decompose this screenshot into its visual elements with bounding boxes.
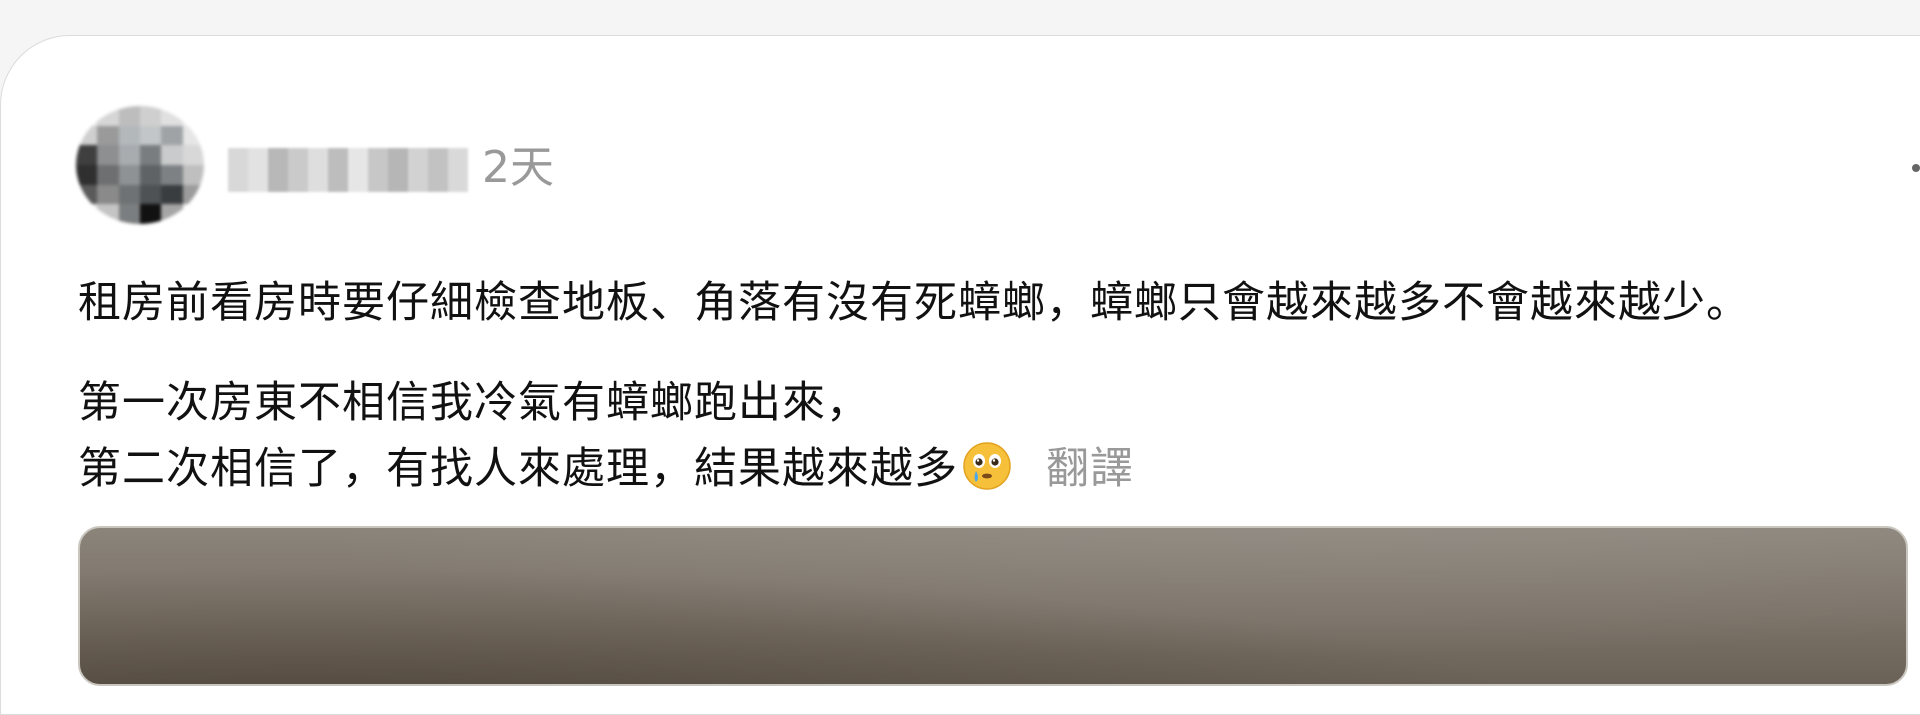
crying-face-emoji-icon xyxy=(963,442,1011,490)
post-paragraph-2-line-2: 第二次相信了，有找人來處理，結果越來越多 翻譯 xyxy=(78,436,1134,502)
post-image[interactable] xyxy=(78,526,1908,686)
post-paragraph-2-line-2-text: 第二次相信了，有找人來處理，結果越來越多 xyxy=(78,444,958,494)
more-options-icon[interactable] xyxy=(1912,164,1920,172)
avatar[interactable] xyxy=(76,106,204,224)
post-timestamp: 2天 xyxy=(482,142,554,193)
post-image-shade xyxy=(80,528,1906,684)
post-paragraph-1: 租房前看房時要仔細檢查地板、角落有沒有死蟑螂，蟑螂只會越來越多不會越來越少。 xyxy=(78,278,1750,328)
post-paragraph-2-line-1: 第一次房東不相信我冷氣有蟑螂跑出來， xyxy=(78,378,870,428)
translate-link[interactable]: 翻譯 xyxy=(1046,444,1134,494)
username-redacted[interactable] xyxy=(228,148,468,192)
